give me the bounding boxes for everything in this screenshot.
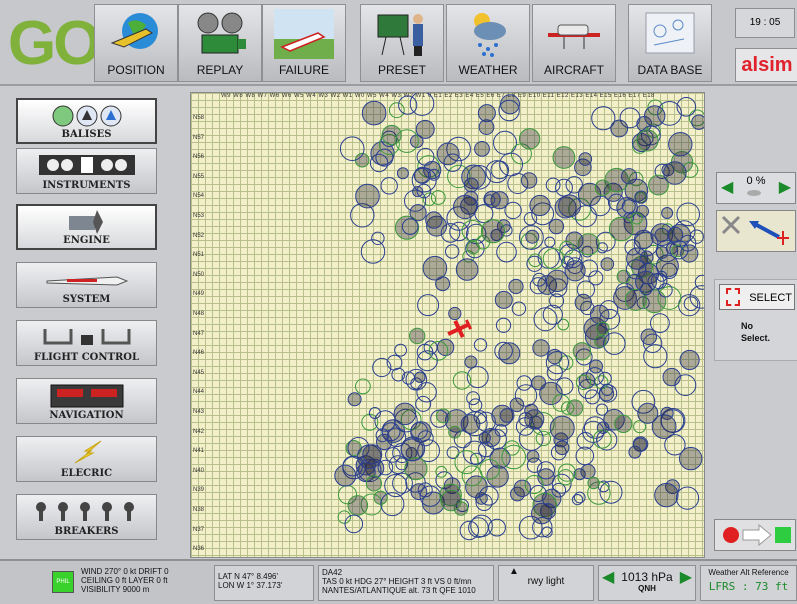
weather-label: WEATHER bbox=[458, 63, 518, 77]
preset-button[interactable]: PRESET bbox=[360, 4, 444, 82]
map-database-icon bbox=[645, 12, 695, 54]
rwy-light-button[interactable]: ▲ rwy light bbox=[498, 565, 594, 601]
replay-label: REPLAY bbox=[196, 63, 244, 77]
status-bar: PHIL WIND 270° 0 kt DRIFT 0 CEILING 0 ft… bbox=[0, 559, 797, 604]
qnh-increase-icon[interactable]: ▶ bbox=[680, 570, 692, 586]
sidebar-item-breakers[interactable]: BREAKERS bbox=[16, 494, 157, 540]
failure-button[interactable]: FAILURE bbox=[262, 4, 346, 82]
sidebar-item-navigation[interactable]: NAVIGATION bbox=[16, 378, 157, 424]
sidebar-item-label: BREAKERS bbox=[54, 526, 119, 537]
instrument-panel-icon bbox=[38, 155, 135, 175]
rwy-light-label: rwy light bbox=[527, 576, 565, 587]
ceiling-text: CEILING 0 ft LAYER 0 ft bbox=[81, 576, 168, 585]
sidebar-item-electric[interactable]: ELECRIC bbox=[16, 436, 157, 482]
qnh-control[interactable]: ◀ 1013 hPa QNH ▶ bbox=[598, 565, 696, 601]
instructor-board-icon bbox=[377, 14, 423, 56]
navigation-map[interactable]: W9 W8 W8 W7 W6 W6 W5 W4 W3 W2 W1 W0 W5 W… bbox=[190, 92, 705, 558]
longitude-text: LON W 1° 37.173' bbox=[218, 581, 283, 590]
sidebar-item-label: ELECRIC bbox=[60, 468, 113, 479]
direction-arrow-icon bbox=[721, 215, 789, 245]
select-button[interactable]: SELECT bbox=[719, 284, 795, 310]
percent-control[interactable]: ◀ 0 % ▶ bbox=[716, 172, 796, 204]
weather-button[interactable]: WEATHER bbox=[446, 4, 530, 82]
sidebar-item-balises[interactable]: BALISES bbox=[16, 98, 157, 144]
aircraft-readout: DA42 TAS 0 kt HDG 27° HEIGHT 3 ft VS 0 f… bbox=[318, 565, 494, 601]
position-label: POSITION bbox=[107, 63, 165, 77]
sidebar-item-engine[interactable]: ENGINE bbox=[16, 204, 157, 250]
record-play-icon bbox=[723, 523, 791, 547]
aircraft-marker[interactable] bbox=[191, 93, 705, 558]
left-sidebar: BALISES INSTRUMENTS ENGINE SYSTEM FLIGHT… bbox=[0, 88, 190, 558]
sidebar-item-label: ENGINE bbox=[63, 235, 110, 246]
sidebar-item-label: INSTRUMENTS bbox=[42, 180, 131, 191]
clock: 19 : 05 bbox=[735, 8, 795, 38]
go-button[interactable]: GO bbox=[8, 6, 101, 82]
plane-globe-icon bbox=[110, 13, 158, 49]
lightning-icon bbox=[74, 440, 101, 464]
aircraft-type: DA42 bbox=[322, 568, 343, 577]
yoke-icon bbox=[43, 329, 130, 345]
qnh-decrease-icon[interactable]: ◀ bbox=[602, 570, 614, 586]
selection-status: No Select. bbox=[741, 321, 771, 343]
right-panel: ◀ 0 % ▶ SELECT No Select. bbox=[712, 92, 797, 558]
nav-radio-icon bbox=[50, 384, 123, 408]
engine-icon bbox=[68, 210, 103, 234]
aircraft-system-icon bbox=[46, 276, 128, 286]
aircraft-button[interactable]: AIRCRAFT bbox=[532, 4, 616, 82]
sidebar-item-instruments[interactable]: INSTRUMENTS bbox=[16, 148, 157, 194]
wind-direction-control[interactable] bbox=[716, 210, 796, 252]
status-indicator: PHIL bbox=[52, 571, 74, 593]
breaker-icon bbox=[35, 502, 134, 521]
flight-params: TAS 0 kt HDG 27° HEIGHT 3 ft VS 0 ft/mn bbox=[322, 577, 472, 586]
qnh-label: QNH bbox=[638, 584, 656, 593]
position-readout: LAT N 47° 8.496' LON W 1° 37.173' bbox=[214, 565, 314, 601]
database-button[interactable]: DATA BASE bbox=[628, 4, 712, 82]
qnh-value: 1013 hPa bbox=[621, 570, 673, 584]
sidebar-item-label: NAVIGATION bbox=[49, 410, 124, 421]
failure-label: FAILURE bbox=[278, 63, 329, 77]
aircraft-position-icon bbox=[447, 319, 472, 339]
sidebar-item-flight-control[interactable]: FLIGHT CONTROL bbox=[16, 320, 157, 366]
preset-label: PRESET bbox=[377, 63, 426, 77]
select-panel: SELECT No Select. bbox=[714, 279, 797, 361]
replay-button[interactable]: REPLAY bbox=[178, 4, 262, 82]
select-frame-icon bbox=[726, 288, 740, 306]
sidebar-item-label: SYSTEM bbox=[62, 294, 111, 305]
wind-text: WIND 270° 0 kt DRIFT 0 bbox=[81, 567, 169, 576]
sidebar-item-label: FLIGHT CONTROL bbox=[33, 352, 140, 363]
playback-control[interactable] bbox=[714, 519, 796, 551]
rain-cloud-icon bbox=[474, 13, 506, 57]
aircraft-icon bbox=[548, 24, 600, 49]
visibility-text: VISIBILITY 9000 m bbox=[81, 585, 150, 594]
airport-info: NANTES/ATLANTIQUE alt. 73 ft QFE 1010 bbox=[322, 586, 476, 595]
weather-alt-value: LFRS : 73 ft bbox=[708, 580, 789, 593]
weather-summary: WIND 270° 0 kt DRIFT 0 CEILING 0 ft LAYE… bbox=[78, 565, 206, 601]
select-label: SELECT bbox=[749, 292, 792, 304]
weather-alt-reference: Weather Alt Reference LFRS : 73 ft bbox=[700, 565, 797, 601]
weather-alt-title: Weather Alt Reference bbox=[708, 568, 789, 577]
slider-knob-icon[interactable] bbox=[747, 190, 761, 196]
aircraft-label: AIRCRAFT bbox=[544, 63, 604, 77]
brand-logo: alsim bbox=[735, 48, 797, 82]
beacons-icon bbox=[52, 105, 121, 127]
sidebar-item-system[interactable]: SYSTEM bbox=[16, 262, 157, 308]
database-label: DATA BASE bbox=[637, 63, 703, 77]
crashed-plane-icon bbox=[274, 9, 334, 59]
position-button[interactable]: POSITION bbox=[94, 4, 178, 82]
film-projector-icon bbox=[197, 12, 246, 54]
up-arrow-icon: ▲ bbox=[509, 566, 519, 577]
top-toolbar: GO POSITION REPLAY FAILURE PRESET WEATHE… bbox=[0, 0, 797, 86]
sidebar-item-label: BALISES bbox=[61, 129, 112, 140]
latitude-text: LAT N 47° 8.496' bbox=[218, 572, 279, 581]
increase-arrow-icon[interactable]: ▶ bbox=[779, 177, 791, 197]
